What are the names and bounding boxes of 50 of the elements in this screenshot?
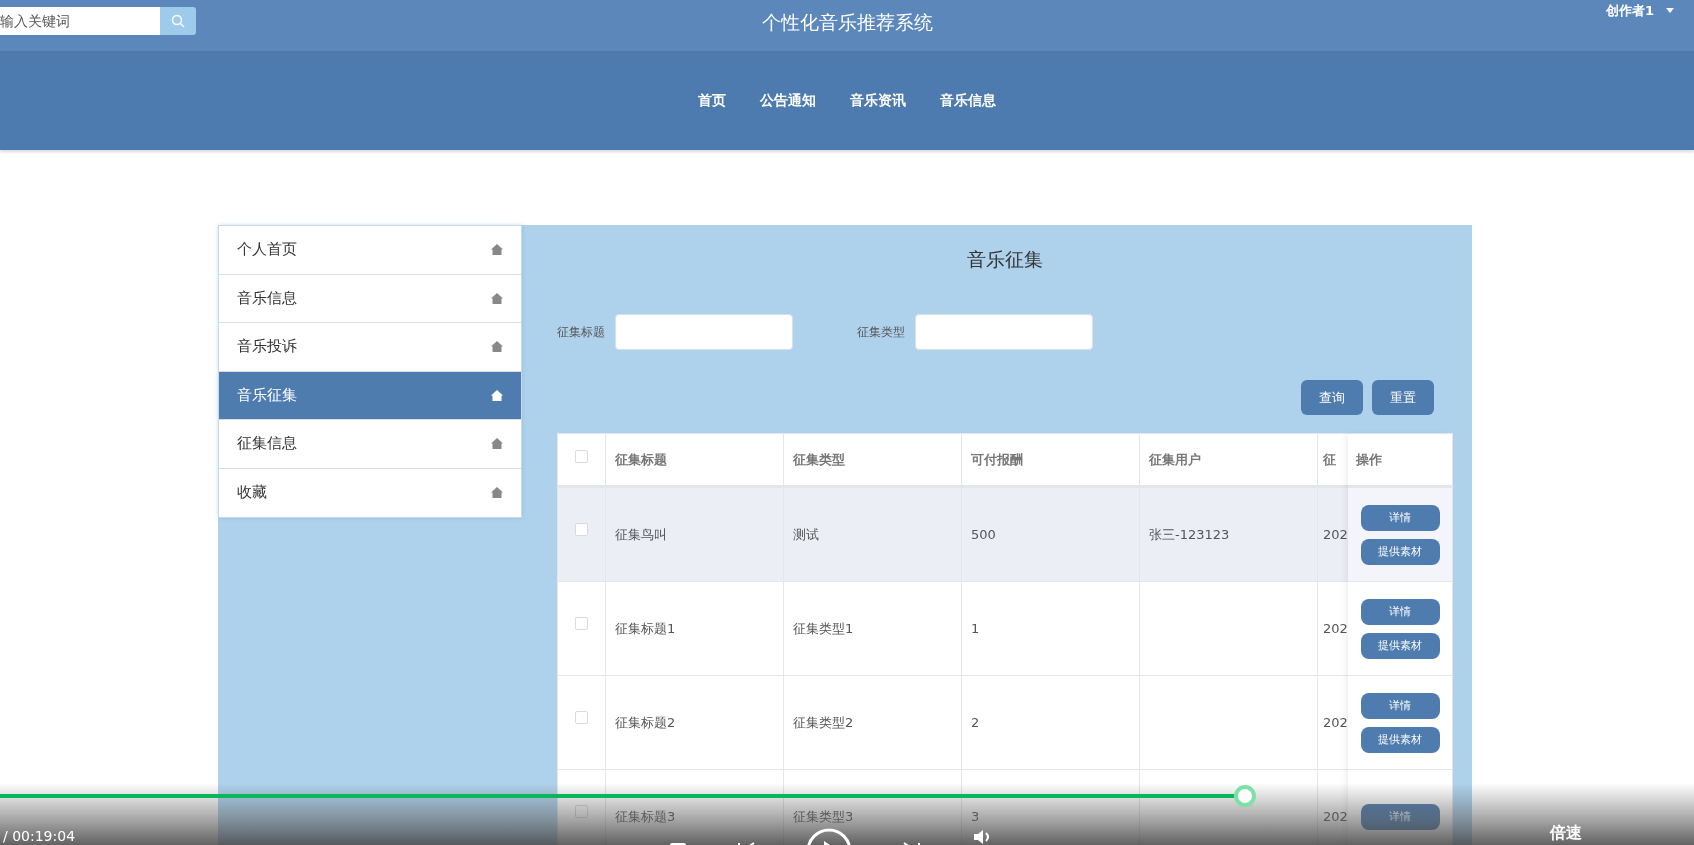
table-cell: 征集标题3 <box>615 807 676 826</box>
provide-material-button[interactable]: 提供素材 <box>1360 538 1440 565</box>
table-cell: 202 <box>1323 621 1348 636</box>
column-header: 征 <box>1323 450 1336 469</box>
column-header: 征集类型 <box>793 450 845 469</box>
provide-material-button[interactable]: 提供素材 <box>1360 726 1440 753</box>
table-cell: 2 <box>971 715 980 730</box>
user-name[interactable]: 创作者1 <box>1605 1 1654 20</box>
table-cell: 征集类型3 <box>793 807 854 826</box>
search-button[interactable]: 查询 <box>1301 380 1363 415</box>
filter-label: 征集类型 <box>857 323 905 341</box>
table-cell: 征集类型1 <box>793 619 854 638</box>
page-title: 音乐征集 <box>967 247 1043 272</box>
sidebar-item[interactable]: 音乐征集 <box>219 371 521 420</box>
sidebar-item[interactable]: 音乐信息 <box>219 274 521 323</box>
nav-link[interactable]: 公告通知 <box>760 91 816 110</box>
table-cell: 202 <box>1323 527 1348 542</box>
table-cell: 测试 <box>793 525 819 544</box>
sidebar-item[interactable]: 收藏 <box>219 468 521 517</box>
nav-link[interactable]: 首页 <box>698 91 726 110</box>
column-header: 征集标题 <box>615 450 667 469</box>
table-cell: 1 <box>971 621 980 636</box>
details-button[interactable]: 详情 <box>1360 692 1440 719</box>
table-cell: 202 <box>1323 715 1348 730</box>
search-field[interactable]: 输入关键词 <box>0 6 160 35</box>
table-cell: 3 <box>971 809 980 824</box>
sidebar-item[interactable]: 个人首页 <box>219 226 521 275</box>
table-cell: 500 <box>971 527 996 542</box>
table-cell: 张三-123123 <box>1149 525 1230 544</box>
sidebar-item[interactable]: 征集信息 <box>219 420 521 469</box>
video-time: / 00:19:04 <box>3 828 76 844</box>
column-header: 操作 <box>1356 450 1382 469</box>
table-cell: 征集标题2 <box>615 713 676 732</box>
filter-label: 征集标题 <box>557 323 605 341</box>
table-cell: 征集类型2 <box>793 713 854 732</box>
column-header: 征集用户 <box>1149 450 1201 469</box>
site-title: 个性化音乐推荐系统 <box>761 11 933 33</box>
provide-material-button[interactable]: 提供素材 <box>1360 632 1440 659</box>
nav-link[interactable]: 音乐资讯 <box>850 91 906 110</box>
sidebar-item[interactable]: 音乐投诉 <box>219 323 521 372</box>
reset-button[interactable]: 重置 <box>1372 380 1434 415</box>
table-cell: 202 <box>1323 809 1348 824</box>
table-cell: 征集鸟叫 <box>615 525 667 544</box>
speed-button[interactable]: 倍速 <box>1550 823 1582 844</box>
details-button[interactable]: 详情 <box>1360 598 1440 625</box>
nav-link[interactable]: 音乐信息 <box>940 91 996 110</box>
details-button[interactable]: 详情 <box>1360 803 1440 830</box>
column-header: 可付报酬 <box>971 450 1023 469</box>
table-cell: 征集标题1 <box>615 619 676 638</box>
details-button[interactable]: 详情 <box>1360 504 1440 531</box>
